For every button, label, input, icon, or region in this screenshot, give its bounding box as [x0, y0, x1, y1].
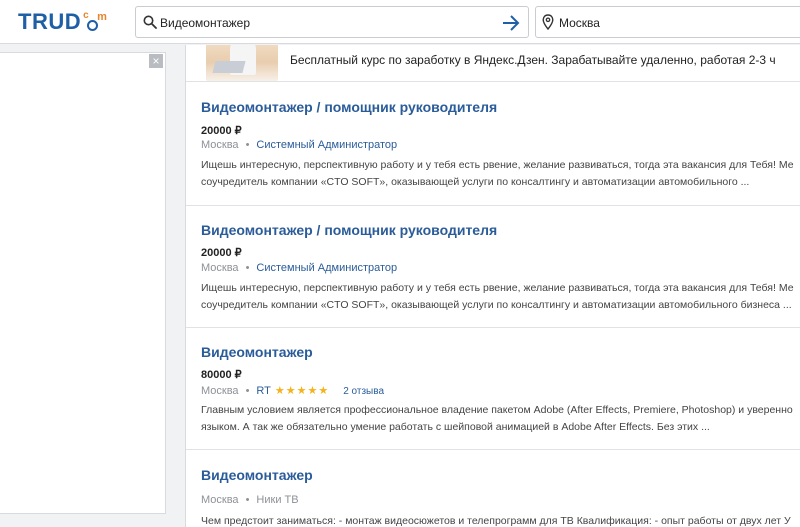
vacancy-title[interactable]: Видеомонтажер / помощник руководителя [201, 99, 497, 115]
vacancy-description-line: Ищешь интересную, перспективную работу и… [201, 159, 794, 171]
promo-image [206, 45, 278, 81]
vacancy-meta: Москва • Системный Администратор [201, 139, 397, 151]
vacancy-list: Бесплатный курс по заработку в Яндекс.Дз… [185, 45, 800, 527]
logo-text: TRUD [18, 9, 82, 34]
vacancy-description-line: Главным условием является профессиональн… [201, 404, 793, 416]
vacancy-city: Москва [201, 494, 239, 506]
vacancy-item: Видеомонтажер / помощник руководителя 20… [186, 206, 800, 328]
vacancy-salary: 20000 ₽ [201, 247, 242, 259]
search-box [135, 6, 529, 38]
vacancy-city: Москва [201, 262, 239, 274]
vacancy-description-line: Чем предстоит заниматься: - монтаж видео… [201, 515, 791, 527]
search-input[interactable] [160, 12, 490, 34]
vacancy-description-line: соучредитель компании «CTO SOFT», оказыв… [201, 299, 792, 311]
vacancy-item: Видеомонтажер Москва • Ники ТВ Чем предсто… [186, 450, 800, 527]
logo-c: c [83, 10, 89, 21]
vacancy-description: Ищешь интересную, перспективную работу и… [201, 157, 800, 191]
vacancy-title[interactable]: Видеомонтажер [201, 344, 313, 360]
vacancy-city: Москва [201, 385, 239, 397]
meta-separator: • [245, 494, 250, 506]
vacancy-company[interactable]: Системный Администратор [256, 262, 397, 274]
vacancy-description-line: языком. А так же обязательно умение рабо… [201, 421, 710, 433]
promo-banner[interactable]: Бесплатный курс по заработку в Яндекс.Дз… [186, 45, 800, 82]
search-icon [143, 15, 157, 29]
vacancy-salary: 80000 ₽ [201, 369, 242, 381]
promo-text: Бесплатный курс по заработку в Яндекс.Дз… [290, 53, 776, 67]
logo-m: m [97, 11, 107, 23]
vacancy-description: Главным условием является профессиональн… [201, 402, 800, 436]
ad-banner: × [0, 52, 166, 514]
arrow-right-icon[interactable] [500, 12, 522, 34]
vacancy-description-line: соучредитель компании «CTO SOFT», оказыв… [201, 176, 750, 188]
ad-close-button[interactable]: × [149, 54, 163, 68]
vacancy-meta: Москва • Ники ТВ [201, 494, 299, 506]
vacancy-meta: Москва • Системный Администратор [201, 262, 397, 274]
site-logo[interactable]: TRUD c m [18, 8, 111, 36]
vacancy-company[interactable]: Системный Администратор [256, 139, 397, 151]
vacancy-description: Ищешь интересную, перспективную работу и… [201, 280, 800, 314]
location-pin-icon [542, 14, 554, 30]
header: TRUD c m [0, 0, 800, 44]
location-box [535, 6, 800, 38]
logo-mark: c m [81, 8, 111, 36]
location-input[interactable] [559, 12, 799, 34]
meta-separator: • [245, 262, 250, 274]
vacancy-title[interactable]: Видеомонтажер [201, 467, 313, 483]
vacancy-salary: 20000 ₽ [201, 125, 242, 137]
meta-separator: • [245, 139, 250, 151]
vacancy-title[interactable]: Видеомонтажер / помощник руководителя [201, 222, 497, 238]
vacancy-item: Видеомонтажер 80000 ₽ Москва • RT ★★★★★ 2 от… [186, 328, 800, 450]
vacancy-item: Видеомонтажер / помощник руководителя 20… [186, 83, 800, 206]
promo-laptop [212, 61, 246, 73]
vacancy-description-line: Ищешь интересную, перспективную работу и… [201, 282, 794, 294]
vacancy-meta: Москва • RT ★★★★★ 2 отзыва [201, 384, 384, 397]
vacancy-company: Ники ТВ [256, 494, 299, 506]
vacancy-city: Москва [201, 139, 239, 151]
rating-stars-icon: ★★★★★ [274, 385, 330, 397]
vacancy-company[interactable]: RT [256, 385, 270, 397]
reviews-link[interactable]: 2 отзыва [343, 386, 384, 397]
vacancy-description: Чем предстоит заниматься: - монтаж видео… [201, 513, 800, 527]
meta-separator: • [245, 385, 250, 397]
